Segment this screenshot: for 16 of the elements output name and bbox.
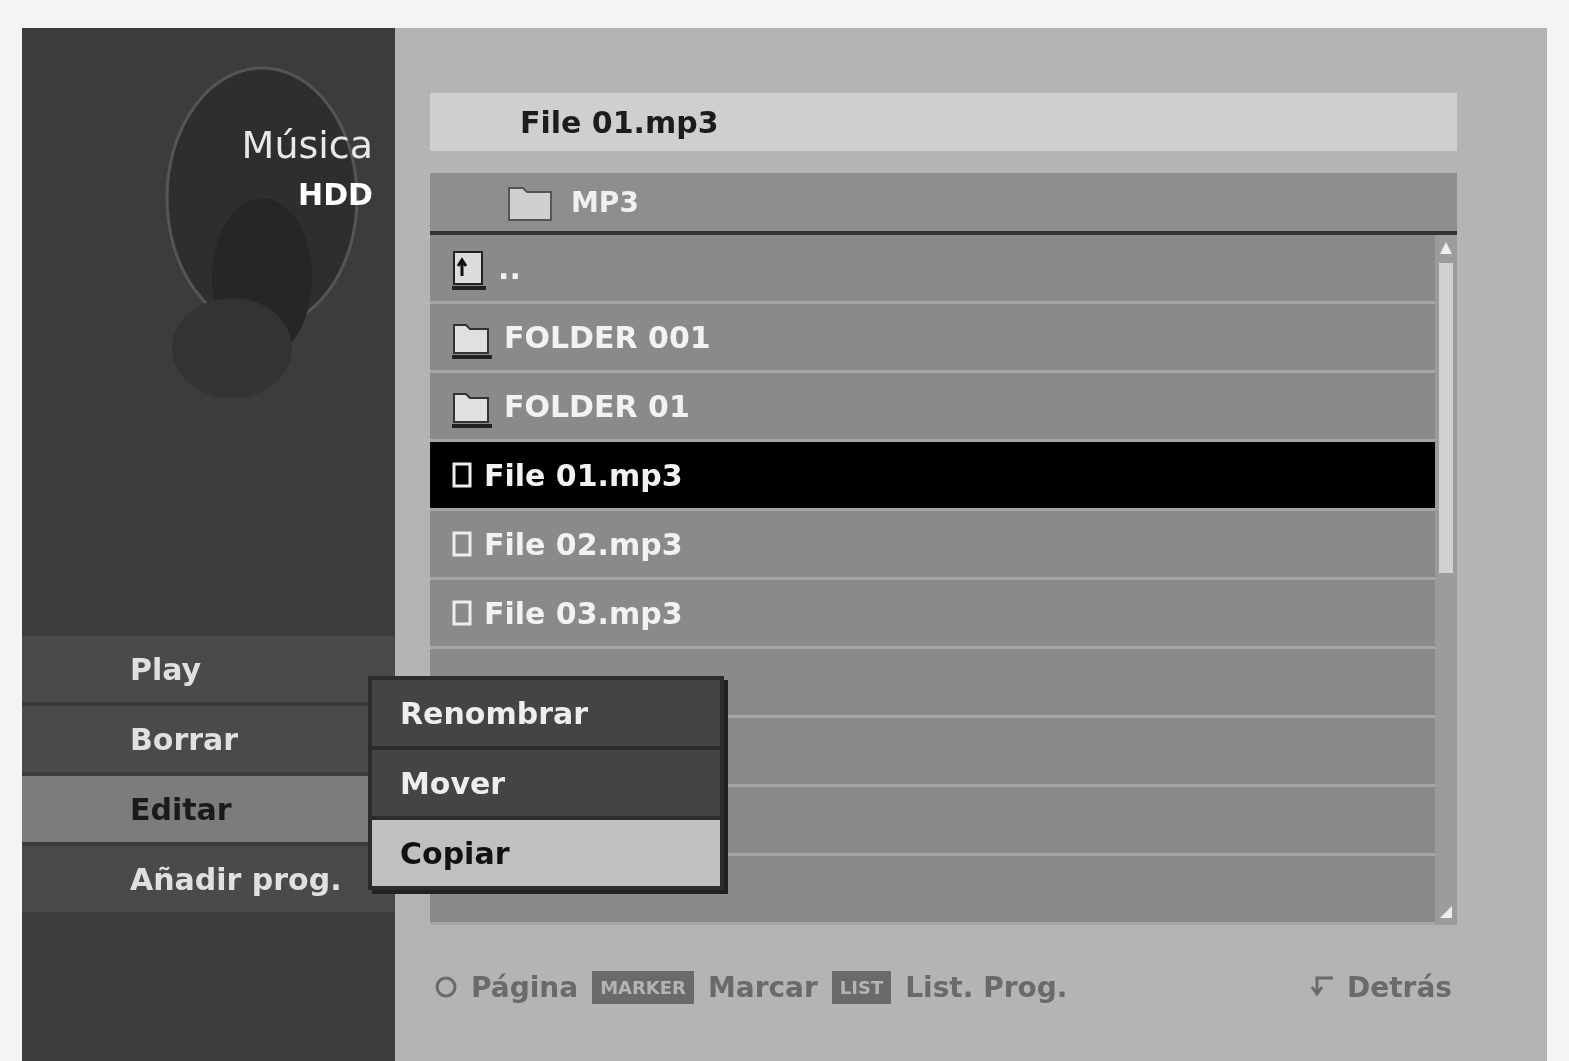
- hint-label: Detrás: [1347, 970, 1452, 1004]
- hint-label: Marcar: [707, 970, 818, 1004]
- file-name: FOLDER 01: [504, 388, 690, 424]
- file-name: File 02.mp3: [484, 526, 683, 562]
- key-badge: MARKER: [592, 970, 694, 1004]
- current-file-title: File 01.mp3: [430, 93, 1457, 151]
- menu-title: Música: [241, 123, 373, 167]
- hint-label: List. Prog.: [905, 970, 1068, 1004]
- file-name: ..: [498, 250, 521, 286]
- hint-label: Página: [471, 970, 579, 1004]
- file-name: FOLDER 001: [504, 319, 711, 355]
- file-name: File 01.mp3: [484, 457, 683, 493]
- key-badge: LIST: [831, 970, 892, 1004]
- file-name: File 03.mp3: [484, 595, 683, 631]
- source-label: HDD: [298, 177, 373, 212]
- path-label: MP3: [571, 185, 639, 219]
